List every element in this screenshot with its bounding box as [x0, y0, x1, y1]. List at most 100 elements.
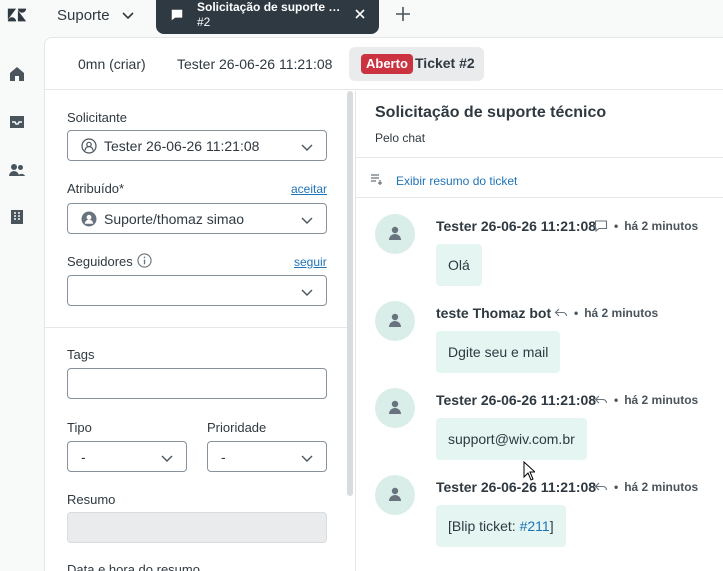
- chevron-down-icon: [121, 12, 134, 20]
- chat-bubble-icon: [594, 220, 608, 233]
- message-bubble: [Blip ticket: #211]: [436, 505, 566, 547]
- message-bubble: support@wiv.com.br: [436, 418, 587, 460]
- properties-scrollbar[interactable]: [347, 91, 353, 496]
- message-time: há 2 minutos: [624, 480, 699, 494]
- avatar: [375, 214, 415, 254]
- close-icon[interactable]: [354, 8, 366, 20]
- chat-icon: [171, 9, 183, 21]
- followers-label: Seguidores: [67, 254, 133, 269]
- chevron-down-icon: [301, 217, 313, 224]
- chevron-down-icon: [301, 144, 313, 151]
- message-meta: • há 2 minutos: [594, 393, 698, 407]
- accept-assignee-link[interactable]: aceitar: [291, 182, 327, 196]
- summary-label: Resumo: [67, 492, 116, 507]
- priority-value: -: [221, 449, 226, 465]
- chevron-down-icon: [161, 455, 173, 462]
- info-icon[interactable]: [137, 253, 152, 268]
- message-time: há 2 minutos: [624, 219, 699, 233]
- message-bubble: Olá: [436, 244, 482, 286]
- requester-value: Tester 26-06-26 11:21:08: [104, 138, 260, 154]
- left-nav: [0, 30, 44, 571]
- view-ticket-summary-link[interactable]: Exibir resumo do ticket: [396, 174, 517, 188]
- conversation-message: Tester 26-06-26 11:21:08 • há 2 minutos …: [356, 388, 723, 475]
- new-ticket-timer[interactable]: 0mn (criar): [78, 56, 146, 72]
- type-select[interactable]: -: [67, 441, 187, 472]
- ticket-subheader: 0mn (criar) Tester 26-06-26 11:21:08 Abe…: [45, 38, 723, 90]
- requester-label: Solicitante: [67, 110, 127, 125]
- building-icon[interactable]: [8, 208, 26, 226]
- tab-ticket-2[interactable]: Solicitação de suporte t... #2: [156, 0, 379, 34]
- reply-icon: [554, 308, 568, 317]
- user-icon: [389, 313, 401, 327]
- type-value: -: [81, 449, 86, 465]
- type-label: Tipo: [67, 420, 92, 435]
- user-icon: [389, 226, 401, 240]
- follow-link[interactable]: seguir: [294, 255, 327, 269]
- followers-field[interactable]: [67, 275, 327, 306]
- message-time: há 2 minutos: [624, 393, 699, 407]
- user-icon: [389, 400, 401, 414]
- priority-select[interactable]: -: [207, 441, 327, 472]
- assignee-label: Atribuído*: [67, 181, 125, 196]
- mouse-cursor-icon: [523, 461, 535, 481]
- message-time: há 2 minutos: [584, 306, 659, 320]
- product-name: Suporte: [57, 6, 110, 24]
- message-meta: • há 2 minutos: [594, 219, 698, 233]
- message-author[interactable]: Tester 26-06-26 11:21:08: [436, 479, 596, 495]
- message-text-prefix: [Blip ticket:: [448, 518, 520, 534]
- inbox-icon[interactable]: [8, 113, 26, 131]
- conversation-message: Tester 26-06-26 11:21:08 • há 2 minutos …: [356, 475, 723, 562]
- assignee-value: Suporte/thomaz simao: [104, 211, 245, 227]
- conversation-divider: [356, 197, 723, 198]
- ticket-breadcrumb[interactable]: Aberto Ticket #2: [349, 47, 484, 81]
- user-icon: [389, 487, 401, 501]
- tags-input[interactable]: [67, 368, 327, 399]
- list-summary-icon: [371, 174, 382, 185]
- message-author[interactable]: Tester 26-06-26 11:21:08: [436, 392, 596, 408]
- reply-icon: [594, 482, 608, 491]
- requester-breadcrumb[interactable]: Tester 26-06-26 11:21:08: [177, 56, 332, 72]
- users-icon[interactable]: [8, 161, 26, 179]
- tab-title: Solicitação de suporte t...: [197, 0, 342, 14]
- meta-separator: •: [614, 393, 619, 407]
- top-bar: Suporte Solicitação de suporte t... #2: [0, 0, 723, 34]
- message-meta: • há 2 minutos: [594, 480, 698, 494]
- conversation-divider: [356, 157, 723, 158]
- add-tab-icon[interactable]: [395, 6, 411, 22]
- section-divider: [45, 327, 347, 328]
- summary-field: [67, 512, 327, 543]
- user-filled-icon: [81, 211, 97, 227]
- status-badge: Aberto: [361, 54, 413, 74]
- tags-label: Tags: [67, 347, 95, 362]
- ticket-channel: Pelo chat: [375, 131, 426, 145]
- ticket-subject: Solicitação de suporte técnico: [375, 104, 607, 121]
- user-outline-icon: [81, 138, 97, 154]
- chevron-down-icon: [301, 289, 313, 296]
- summary-datetime-label: Data e hora do resumo: [67, 562, 200, 571]
- product-switcher[interactable]: Suporte: [57, 5, 136, 25]
- conversation-panel: Solicitação de suporte técnico Pelo chat…: [356, 91, 723, 571]
- blip-ticket-link[interactable]: #211: [520, 518, 550, 534]
- avatar: [375, 475, 415, 515]
- ticket-number: Ticket #2: [415, 55, 475, 71]
- requester-field[interactable]: Tester 26-06-26 11:21:08: [67, 130, 327, 161]
- avatar: [375, 301, 415, 341]
- avatar: [375, 388, 415, 428]
- conversation-message: teste Thomaz bot • há 2 minutos Dgite se…: [356, 301, 723, 388]
- message-author[interactable]: teste Thomaz bot: [436, 305, 551, 321]
- conversation-message: Tester 26-06-26 11:21:08 • há 2 minutos …: [356, 214, 723, 301]
- meta-separator: •: [614, 219, 619, 233]
- message-author[interactable]: Tester 26-06-26 11:21:08: [436, 218, 596, 234]
- message-bubble: Dgite seu e mail: [436, 331, 561, 373]
- ticket-properties-panel: Solicitante Tester 26-06-26 11:21:08 Atr…: [45, 91, 355, 571]
- message-meta: • há 2 minutos: [554, 306, 658, 320]
- reply-icon: [594, 395, 608, 404]
- meta-separator: •: [574, 306, 579, 320]
- tab-subtitle: #2: [197, 15, 211, 29]
- meta-separator: •: [614, 480, 619, 494]
- priority-label: Prioridade: [207, 420, 267, 435]
- zendesk-logo-icon[interactable]: [6, 4, 28, 26]
- assignee-field[interactable]: Suporte/thomaz simao: [67, 203, 327, 234]
- home-icon[interactable]: [8, 65, 26, 83]
- chevron-down-icon: [301, 455, 313, 462]
